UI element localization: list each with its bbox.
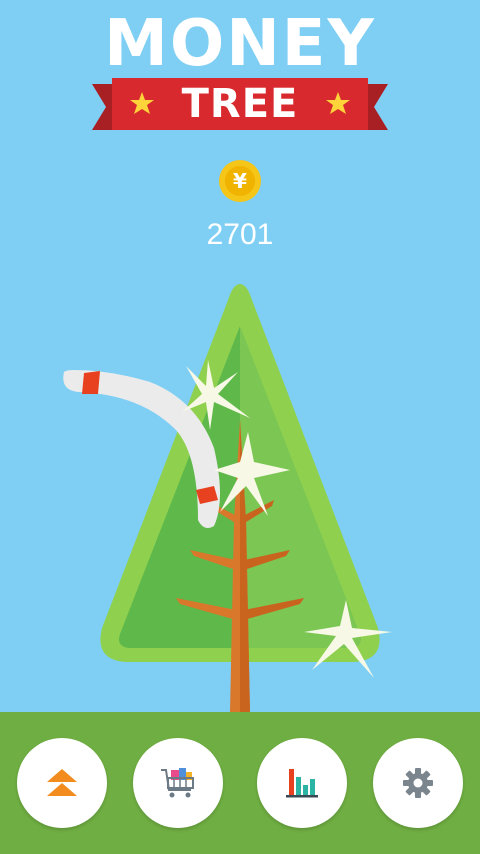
double-chevron-up-icon: [47, 769, 77, 796]
stats-button[interactable]: [257, 738, 347, 828]
gear-icon: [403, 768, 433, 798]
shop-button[interactable]: [133, 738, 223, 828]
shopping-cart-icon: [161, 768, 194, 798]
upgrade-button[interactable]: [17, 738, 107, 828]
settings-button[interactable]: [373, 738, 463, 828]
bar-chart-icon: [286, 769, 318, 798]
